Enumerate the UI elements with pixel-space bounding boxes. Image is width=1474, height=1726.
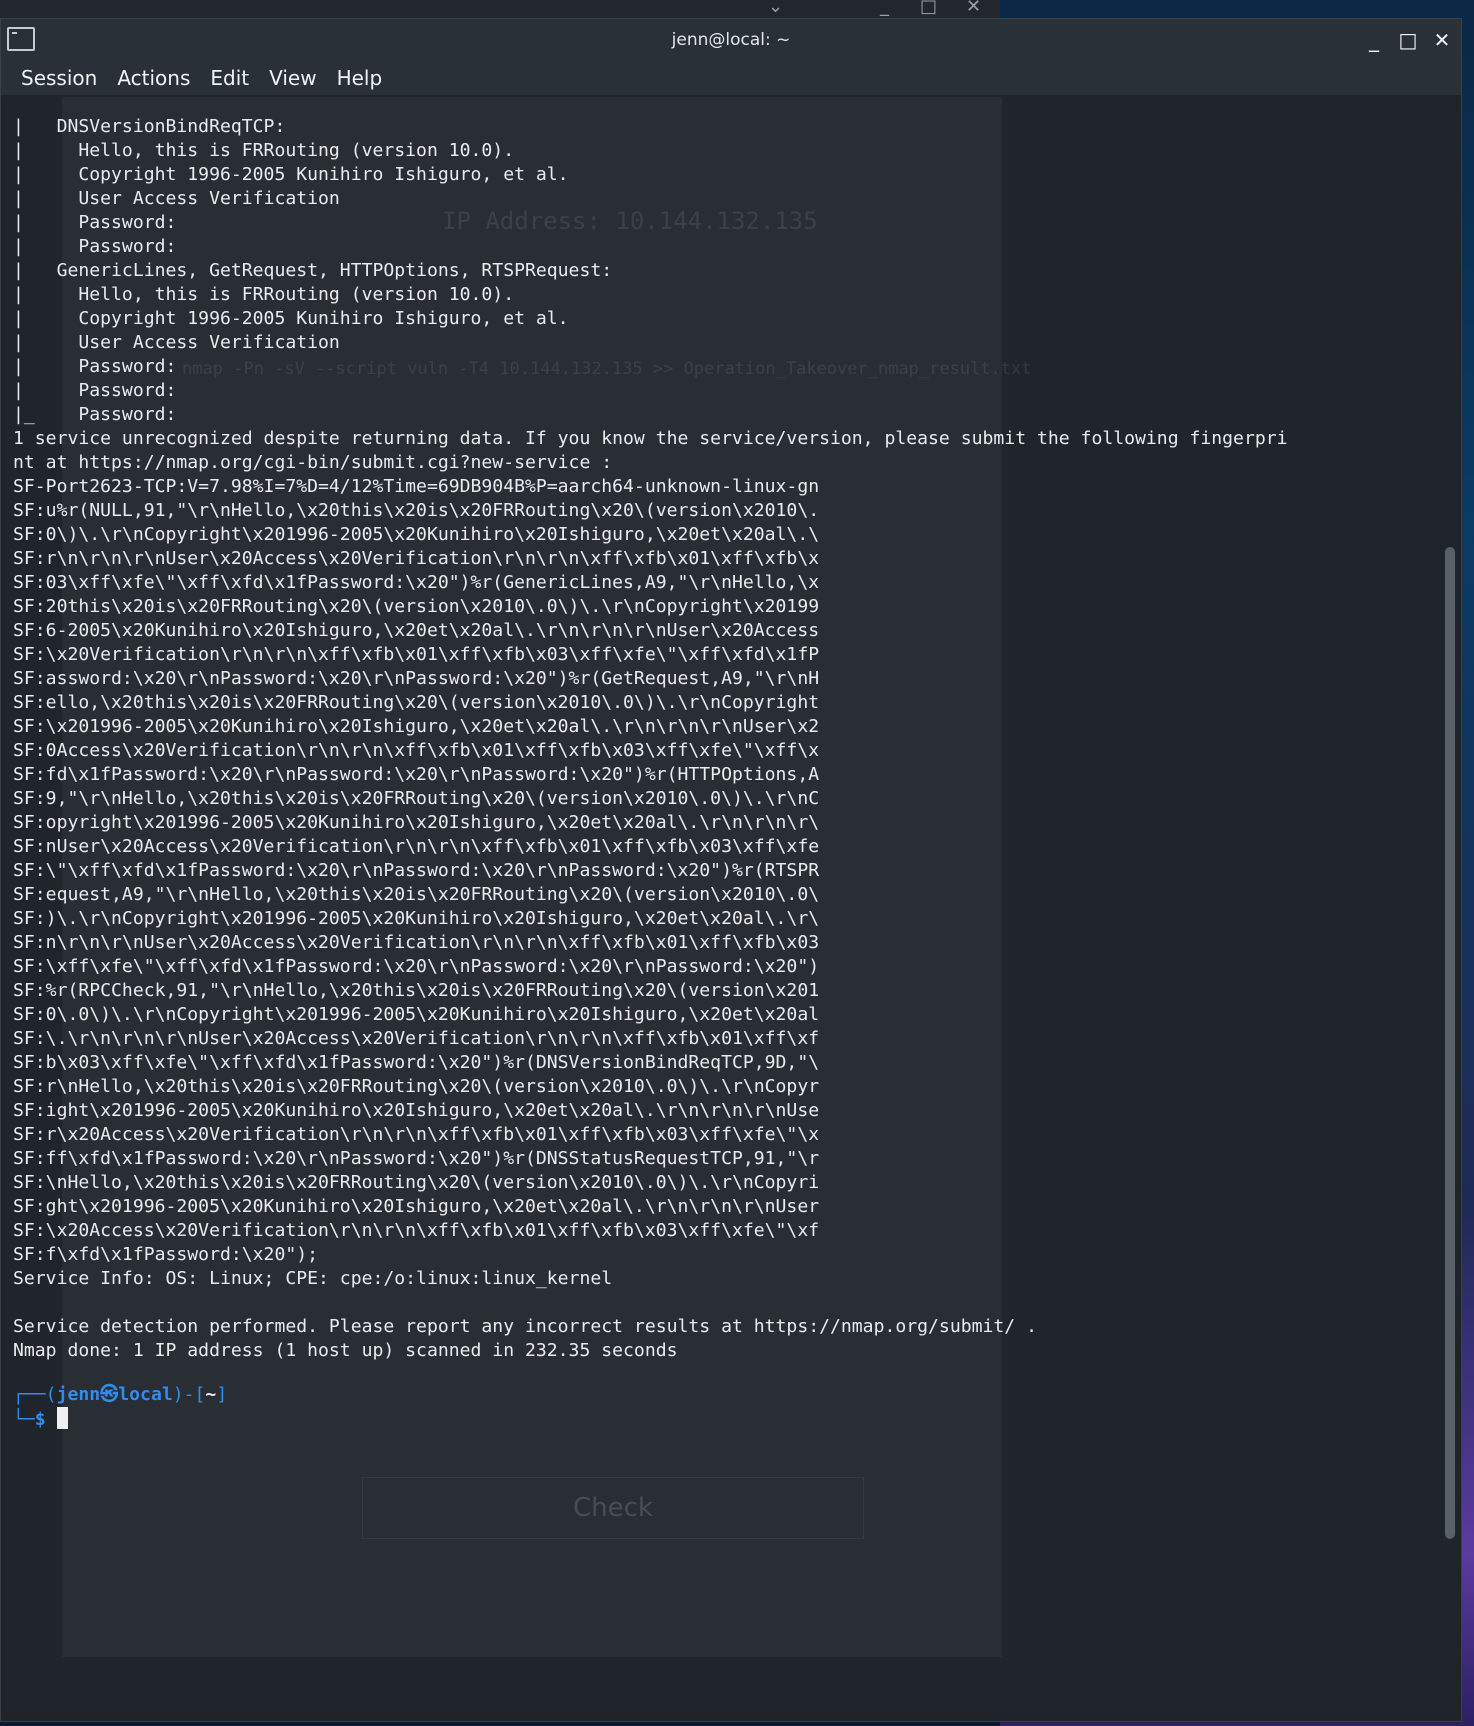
terminal-line: | Hello, this is FRRouting (version 10.0…	[13, 140, 515, 161]
terminal-line: SF:r\n\r\n\r\nUser\x20Access\x20Verifica…	[13, 548, 820, 569]
menu-session[interactable]: Session	[11, 66, 107, 90]
terminal-line: SF:ight\x201996-2005\x20Kunihiro\x20Ishi…	[13, 1100, 820, 1121]
close-icon: ✕	[966, 0, 982, 17]
terminal-line: SF:f\xfd\x1fPassword:\x20");	[13, 1244, 319, 1265]
terminal-line: SF:)\.\r\nCopyright\x201996-2005\x20Kuni…	[13, 908, 820, 929]
terminal-line: SF:\x20Verification\r\n\r\n\xff\xfb\x01\…	[13, 644, 820, 665]
minimize-button[interactable]: _	[1359, 25, 1389, 55]
terminal-line: SF:nUser\x20Access\x20Verification\r\n\r…	[13, 836, 820, 857]
menu-edit[interactable]: Edit	[200, 66, 259, 90]
prompt-host: local	[118, 1384, 173, 1405]
terminal-line: SF:\x20Access\x20Verification\r\n\r\n\xf…	[13, 1220, 820, 1241]
menu-bar: Session Actions Edit View Help	[1, 61, 1461, 95]
terminal-line: SF:0Access\x20Verification\r\n\r\n\xff\x…	[13, 740, 820, 761]
prompt-symbol: $	[34, 1409, 46, 1430]
terminal-line: SF:equest,A9,"\r\nHello,\x20this\x20is\x…	[13, 884, 820, 905]
menu-actions[interactable]: Actions	[107, 66, 200, 90]
terminal-line: SF:6-2005\x20Kunihiro\x20Ishiguro,\x20et…	[13, 620, 820, 641]
text-cursor[interactable]	[56, 1407, 68, 1429]
terminal-line: | DNSVersionBindReqTCP:	[13, 116, 286, 137]
terminal-line: SF:fd\x1fPassword:\x20\r\nPassword:\x20\…	[13, 764, 820, 785]
terminal-line: SF:20this\x20is\x20FRRouting\x20\(versio…	[13, 596, 820, 617]
terminal-line: | User Access Verification	[13, 332, 340, 353]
shell-prompt: ┌──(jenn㉿local)-[~] └─$	[13, 1384, 228, 1430]
terminal-line: | User Access Verification	[13, 188, 340, 209]
terminal-line: Nmap done: 1 IP address (1 host up) scan…	[13, 1340, 678, 1361]
ghost-check-button: Check	[362, 1477, 864, 1539]
terminal-line: SF:b\x03\xff\xfe\"\xff\xfd\x1fPassword:\…	[13, 1052, 820, 1073]
prompt-at-icon: ㉿	[100, 1384, 119, 1405]
terminal-line: SF:\x201996-2005\x20Kunihiro\x20Ishiguro…	[13, 716, 820, 737]
terminal-line: Service Info: OS: Linux; CPE: cpe:/o:lin…	[13, 1268, 613, 1289]
terminal-line: nt at https://nmap.org/cgi-bin/submit.cg…	[13, 452, 613, 473]
desktop-background: ⌄ _ □ ✕	[0, 0, 1000, 18]
terminal-line: SF:r\nHello,\x20this\x20is\x20FRRouting\…	[13, 1076, 820, 1097]
maximize-button[interactable]: □	[1393, 25, 1423, 55]
terminal-line: | Copyright 1996-2005 Kunihiro Ishiguro,…	[13, 164, 569, 185]
scrollbar-thumb[interactable]	[1445, 547, 1455, 1539]
terminal-line: SF:opyright\x201996-2005\x20Kunihiro\x20…	[13, 812, 820, 833]
scrollbar[interactable]	[1443, 97, 1457, 1713]
terminal-line: SF:r\x20Access\x20Verification\r\n\r\n\x…	[13, 1124, 820, 1145]
prompt-user: jenn	[56, 1384, 101, 1405]
terminal-line: SF:ff\xfd\x1fPassword:\x20\r\nPassword:\…	[13, 1148, 820, 1169]
close-button[interactable]: ✕	[1427, 25, 1457, 55]
terminal-line: SF:0\.0\)\.\r\nCopyright\x201996-2005\x2…	[13, 1004, 820, 1025]
window-title: jenn@local: ~	[671, 30, 791, 50]
terminal-window: jenn@local: ~ _ □ ✕ Session Actions Edit…	[0, 18, 1462, 1722]
maximize-icon: □	[920, 0, 938, 17]
terminal-line: | GenericLines, GetRequest, HTTPOptions,…	[13, 260, 613, 281]
terminal-line: SF-Port2623-TCP:V=7.98%I=7%D=4/12%Time=6…	[13, 476, 820, 497]
menu-view[interactable]: View	[259, 66, 326, 90]
terminal-line: SF:\nHello,\x20this\x20is\x20FRRouting\x…	[13, 1172, 820, 1193]
terminal-line: | Password:	[13, 380, 177, 401]
terminal-line: SF:%r(RPCCheck,91,"\r\nHello,\x20this\x2…	[13, 980, 820, 1001]
terminal-line: SF:03\xff\xfe\"\xff\xfd\x1fPassword:\x20…	[13, 572, 820, 593]
terminal-line: | Copyright 1996-2005 Kunihiro Ishiguro,…	[13, 308, 569, 329]
terminal-line: SF:\xff\xfe\"\xff\xfd\x1fPassword:\x20\r…	[13, 956, 820, 977]
minimize-icon: _	[880, 0, 889, 17]
terminal-output[interactable]: IP Address: 10.144.132.135 nmap -Pn -sV …	[7, 97, 1437, 1713]
terminal-line: | Password:	[13, 356, 177, 377]
title-bar[interactable]: jenn@local: ~ _ □ ✕	[1, 19, 1461, 61]
terminal-line: |_ Password:	[13, 404, 177, 425]
terminal-line: SF:assword:\x20\r\nPassword:\x20\r\nPass…	[13, 668, 820, 689]
terminal-line: Service detection performed. Please repo…	[13, 1316, 1037, 1337]
terminal-line: SF:ght\x201996-2005\x20Kunihiro\x20Ishig…	[13, 1196, 820, 1217]
terminal-line: SF:9,"\r\nHello,\x20this\x20is\x20FRRout…	[13, 788, 820, 809]
prompt-dir: ~	[205, 1384, 217, 1405]
terminal-line: SF:ello,\x20this\x20is\x20FRRouting\x20\…	[13, 692, 820, 713]
terminal-line: | Hello, this is FRRouting (version 10.0…	[13, 284, 515, 305]
terminal-text: | DNSVersionBindReqTCP: | Hello, this is …	[13, 115, 1288, 1363]
terminal-line: SF:\.\r\n\r\n\r\nUser\x20Access\x20Verif…	[13, 1028, 820, 1049]
terminal-line: SF:0\)\.\r\nCopyright\x201996-2005\x20Ku…	[13, 524, 820, 545]
terminal-line: SF:u%r(NULL,91,"\r\nHello,\x20this\x20is…	[13, 500, 820, 521]
terminal-line: 1 service unrecognized despite returning…	[13, 428, 1288, 449]
terminal-line: SF:\"\xff\xfd\x1fPassword:\x20\r\nPasswo…	[13, 860, 820, 881]
chevron-down-icon: ⌄	[768, 0, 784, 17]
terminal-line: | Password:	[13, 236, 177, 257]
menu-help[interactable]: Help	[327, 66, 393, 90]
terminal-line: | Password:	[13, 212, 177, 233]
terminal-line: SF:n\r\n\r\nUser\x20Access\x20Verificati…	[13, 932, 820, 953]
